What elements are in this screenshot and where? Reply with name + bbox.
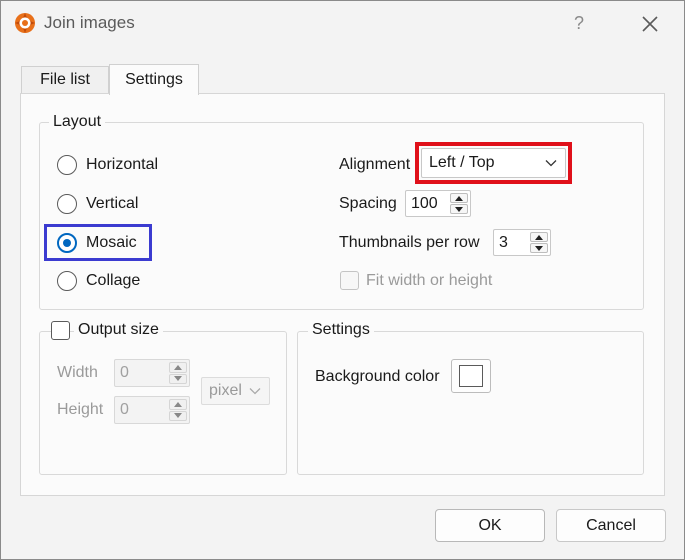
- arrow-up-icon: [455, 195, 463, 201]
- width-value: 0: [120, 364, 129, 381]
- tab-settings[interactable]: Settings: [109, 64, 199, 95]
- spin-up-button[interactable]: [450, 193, 468, 203]
- spin-down-button[interactable]: [450, 204, 468, 214]
- settings-group: [297, 331, 644, 475]
- radio-vertical[interactable]: Vertical: [57, 192, 138, 216]
- arrow-down-icon: [174, 376, 182, 382]
- radio-button[interactable]: [57, 271, 77, 291]
- spin-up-button[interactable]: [530, 232, 548, 242]
- thumbnails-per-row-label: Thumbnails per row: [339, 234, 480, 251]
- radio-collage[interactable]: Collage: [57, 269, 140, 293]
- spacing-spinner[interactable]: 100: [405, 190, 471, 217]
- arrow-up-icon: [174, 364, 182, 370]
- cancel-button[interactable]: Cancel: [556, 509, 666, 542]
- window-title: Join images: [44, 13, 135, 32]
- output-size-group-title: Output size: [74, 321, 163, 339]
- fit-width-height-label: Fit width or height: [366, 272, 493, 289]
- settings-group-title: Settings: [308, 321, 374, 339]
- chevron-down-icon: [249, 388, 261, 395]
- close-icon[interactable]: [635, 9, 665, 39]
- spacing-label: Spacing: [339, 195, 397, 212]
- radio-label: Horizontal: [86, 156, 159, 173]
- join-images-dialog: Join images ? File list Settings Layout …: [0, 0, 685, 560]
- mosaic-highlight-box: [44, 224, 152, 261]
- thumbnails-per-row-spinner[interactable]: 3: [493, 229, 551, 256]
- layout-group-title: Layout: [49, 113, 106, 131]
- alignment-label: Alignment: [339, 156, 411, 173]
- radio-label: Vertical: [86, 195, 139, 212]
- arrow-up-icon: [535, 234, 543, 240]
- height-label: Height: [57, 401, 104, 418]
- fit-width-height-checkbox[interactable]: [340, 271, 359, 290]
- height-value: 0: [120, 401, 129, 418]
- title-bar: Join images ?: [1, 1, 684, 47]
- radio-label: Collage: [86, 272, 141, 289]
- height-spinner[interactable]: 0: [114, 396, 190, 424]
- width-label: Width: [57, 364, 98, 381]
- help-button[interactable]: ?: [567, 11, 591, 35]
- radio-horizontal[interactable]: Horizontal: [57, 153, 158, 177]
- spin-up-button[interactable]: [169, 362, 187, 373]
- output-size-checkbox[interactable]: [51, 321, 70, 340]
- spacing-value: 100: [411, 194, 438, 212]
- spin-down-button[interactable]: [530, 243, 548, 253]
- spin-up-button[interactable]: [169, 399, 187, 410]
- spin-down-button[interactable]: [169, 373, 187, 384]
- alignment-highlight-box: [415, 142, 572, 184]
- spin-down-button[interactable]: [169, 410, 187, 421]
- arrow-up-icon: [174, 401, 182, 407]
- unit-value: pixel: [209, 382, 242, 399]
- tab-file-list[interactable]: File list: [21, 66, 109, 94]
- width-spinner[interactable]: 0: [114, 359, 190, 387]
- arrow-down-icon: [535, 245, 543, 251]
- thumbnails-per-row-value: 3: [499, 233, 508, 251]
- ok-button[interactable]: OK: [435, 509, 545, 542]
- arrow-down-icon: [174, 413, 182, 419]
- color-swatch: [459, 365, 483, 387]
- background-color-button[interactable]: [451, 359, 491, 393]
- unit-dropdown[interactable]: pixel: [201, 377, 270, 405]
- radio-button[interactable]: [57, 194, 77, 214]
- radio-button[interactable]: [57, 155, 77, 175]
- xnview-app-icon: [15, 13, 35, 33]
- arrow-down-icon: [455, 206, 463, 212]
- background-color-label: Background color: [315, 368, 440, 385]
